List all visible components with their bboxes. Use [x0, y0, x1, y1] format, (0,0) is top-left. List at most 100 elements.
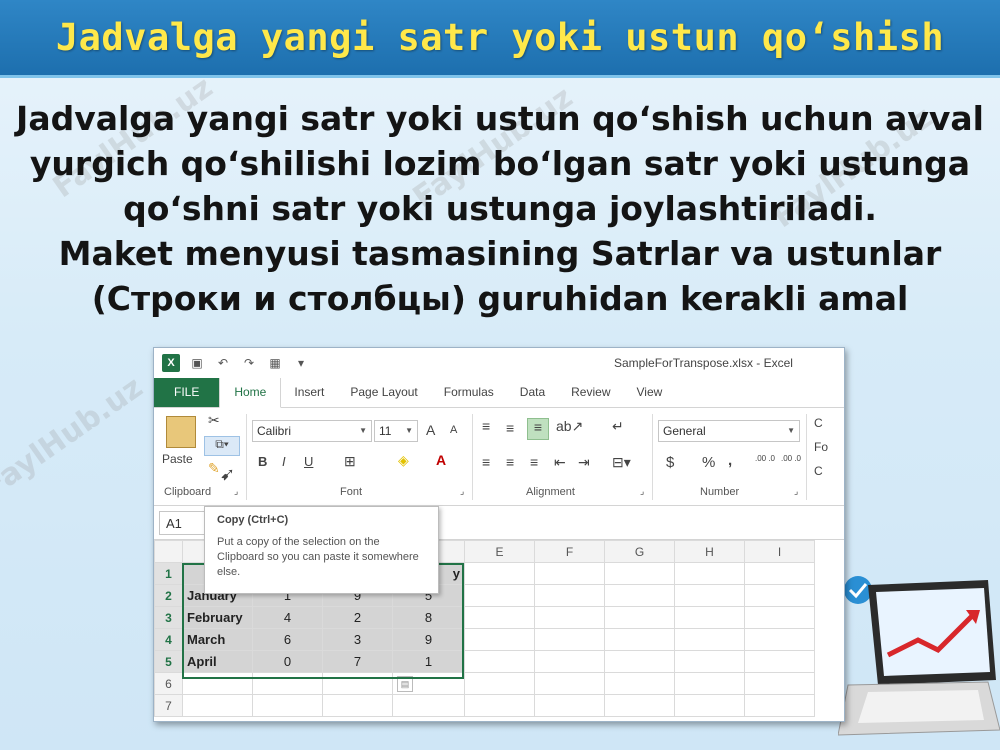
- format-painter-icon[interactable]: ✎: [208, 460, 220, 477]
- cell[interactable]: [534, 628, 605, 651]
- cell[interactable]: 2: [322, 606, 393, 629]
- tab-review[interactable]: Review: [558, 385, 623, 407]
- row-header[interactable]: 1: [154, 562, 183, 585]
- cell[interactable]: [464, 672, 535, 695]
- copy-icon[interactable]: ⧉▾: [204, 436, 240, 456]
- decrease-decimal-button[interactable]: .00 .0: [780, 454, 802, 463]
- cell[interactable]: [534, 562, 605, 585]
- column-header-h[interactable]: H: [674, 540, 745, 563]
- underline-button[interactable]: U: [304, 454, 313, 469]
- select-all-corner[interactable]: [154, 540, 183, 563]
- format-as-table-button[interactable]: Fo: [814, 440, 828, 454]
- cell[interactable]: [604, 584, 675, 607]
- paste-icon[interactable]: [166, 416, 196, 448]
- cell[interactable]: [604, 606, 675, 629]
- cell[interactable]: [744, 584, 815, 607]
- column-header-f[interactable]: F: [534, 540, 605, 563]
- tab-page-layout[interactable]: Page Layout: [337, 385, 430, 407]
- italic-button[interactable]: I: [282, 454, 286, 469]
- cut-icon[interactable]: ✂: [208, 412, 220, 429]
- paste-options-icon[interactable]: ▤: [397, 676, 413, 692]
- cell[interactable]: 9: [392, 628, 465, 651]
- cell[interactable]: [674, 606, 745, 629]
- cell[interactable]: [464, 650, 535, 673]
- column-header-i[interactable]: I: [744, 540, 815, 563]
- font-size-select[interactable]: 11 ▼: [374, 420, 418, 442]
- cell[interactable]: ▤: [392, 672, 465, 695]
- increase-indent-icon[interactable]: ⇥: [578, 454, 590, 471]
- bold-button[interactable]: B: [258, 454, 267, 469]
- cell[interactable]: [182, 672, 253, 695]
- tab-formulas[interactable]: Formulas: [431, 385, 507, 407]
- conditional-formatting-button[interactable]: C: [814, 416, 823, 430]
- cell[interactable]: 1: [392, 650, 465, 673]
- cell[interactable]: [464, 606, 535, 629]
- cell[interactable]: [674, 584, 745, 607]
- cell[interactable]: February: [182, 606, 253, 629]
- tab-file[interactable]: FILE: [154, 377, 220, 407]
- row-header[interactable]: 5: [154, 650, 183, 673]
- cell[interactable]: [604, 650, 675, 673]
- cell[interactable]: [744, 606, 815, 629]
- cell[interactable]: [252, 694, 323, 717]
- save-icon[interactable]: ▣: [188, 354, 206, 372]
- cell[interactable]: 0: [252, 650, 323, 673]
- cell[interactable]: [464, 562, 535, 585]
- cell-styles-button[interactable]: C: [814, 464, 823, 478]
- cell[interactable]: March: [182, 628, 253, 651]
- cell[interactable]: 6: [252, 628, 323, 651]
- cell[interactable]: 7: [322, 650, 393, 673]
- cell[interactable]: [744, 672, 815, 695]
- cell[interactable]: 4: [252, 606, 323, 629]
- fill-color-icon[interactable]: ◈: [398, 452, 409, 469]
- percent-button[interactable]: %: [702, 454, 715, 471]
- row-header[interactable]: 7: [154, 694, 183, 717]
- cell[interactable]: [674, 628, 745, 651]
- row-header[interactable]: 6: [154, 672, 183, 695]
- increase-decimal-button[interactable]: .00 .0: [754, 454, 776, 463]
- wrap-text-icon[interactable]: ↵: [612, 418, 624, 435]
- row-header[interactable]: 4: [154, 628, 183, 651]
- font-name-select[interactable]: Calibri ▼: [252, 420, 372, 442]
- cell[interactable]: 8: [392, 606, 465, 629]
- borders-icon[interactable]: ⊞: [344, 453, 356, 470]
- align-middle-icon[interactable]: ≡: [506, 420, 514, 436]
- cell[interactable]: [534, 650, 605, 673]
- cell[interactable]: [534, 584, 605, 607]
- cell[interactable]: [464, 694, 535, 717]
- cell[interactable]: [604, 694, 675, 717]
- grow-font-button[interactable]: A: [426, 422, 435, 438]
- align-bottom-icon[interactable]: ≡: [527, 418, 549, 440]
- dialog-launcher-icon[interactable]: ⌟: [640, 486, 644, 497]
- cell[interactable]: [674, 694, 745, 717]
- cell[interactable]: [534, 672, 605, 695]
- customize-quick-access-icon[interactable]: ▾: [292, 354, 310, 372]
- cell[interactable]: April: [182, 650, 253, 673]
- dialog-launcher-icon[interactable]: ⌟: [234, 486, 238, 497]
- align-top-icon[interactable]: ≡: [482, 418, 490, 434]
- row-header[interactable]: 3: [154, 606, 183, 629]
- decrease-indent-icon[interactable]: ⇤: [554, 454, 566, 471]
- tab-insert[interactable]: Insert: [281, 385, 337, 407]
- cell[interactable]: 3: [322, 628, 393, 651]
- cell[interactable]: [674, 672, 745, 695]
- cell[interactable]: [744, 650, 815, 673]
- merge-center-icon[interactable]: ⊟▾: [612, 454, 631, 471]
- comma-button[interactable]: ,: [728, 452, 732, 469]
- cell[interactable]: [604, 628, 675, 651]
- tab-home[interactable]: Home: [219, 377, 282, 408]
- cell[interactable]: [392, 694, 465, 717]
- cell[interactable]: [322, 694, 393, 717]
- cell[interactable]: [464, 628, 535, 651]
- cell[interactable]: [604, 672, 675, 695]
- cell[interactable]: [182, 694, 253, 717]
- cell[interactable]: [464, 584, 535, 607]
- cell[interactable]: [534, 694, 605, 717]
- row-header[interactable]: 2: [154, 584, 183, 607]
- redo-icon[interactable]: ↷: [240, 354, 258, 372]
- tab-view[interactable]: View: [624, 385, 676, 407]
- font-color-icon[interactable]: A: [436, 452, 446, 468]
- cell[interactable]: [674, 650, 745, 673]
- orientation-icon[interactable]: ab↗: [556, 418, 583, 435]
- cell[interactable]: [252, 672, 323, 695]
